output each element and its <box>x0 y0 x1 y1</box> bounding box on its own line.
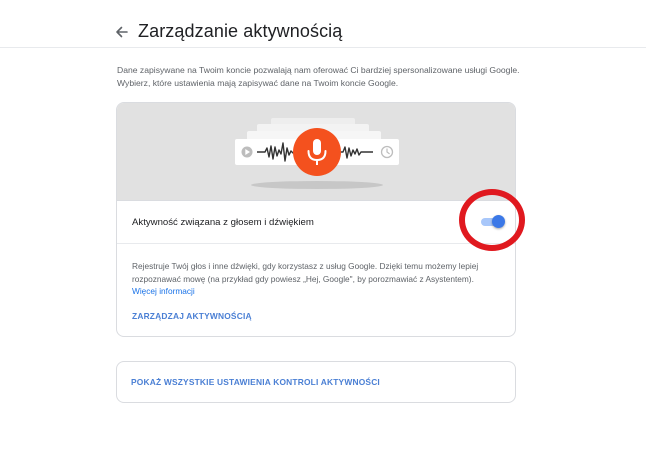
manage-activity-button[interactable]: ZARZĄDZAJ AKTYWNOŚCIĄ <box>132 311 252 321</box>
toggle-knob <box>492 215 505 228</box>
description-text: Rejestruje Twój głos i inne dźwięki, gdy… <box>132 261 479 284</box>
voice-illustration <box>117 103 515 200</box>
voice-activity-card: Aktywność związana z głosem i dźwiękiem … <box>116 102 516 337</box>
voice-activity-description: Rejestruje Twój głos i inne dźwięki, gdy… <box>132 260 482 298</box>
microphone-icon <box>293 128 341 176</box>
voice-activity-label: Aktywność związana z głosem i dźwiękiem <box>132 217 314 228</box>
voice-activity-toggle[interactable] <box>479 215 505 229</box>
arrow-back-icon[interactable] <box>112 22 132 42</box>
intro-text: Dane zapisywane na Twoim koncie pozwalaj… <box>117 65 520 88</box>
show-all-settings-button[interactable]: POKAŻ WSZYSTKIE USTAWIENIA KONTROLI AKTY… <box>131 377 380 387</box>
voice-activity-toggle-row: Aktywność związana z głosem i dźwiękiem <box>117 200 515 244</box>
page-title: Zarządzanie aktywnością <box>138 21 343 41</box>
more-info-link[interactable]: Więcej informacji <box>132 286 195 296</box>
page-header: Zarządzanie aktywnością <box>0 0 646 48</box>
all-settings-card: POKAŻ WSZYSTKIE USTAWIENIA KONTROLI AKTY… <box>116 361 516 403</box>
